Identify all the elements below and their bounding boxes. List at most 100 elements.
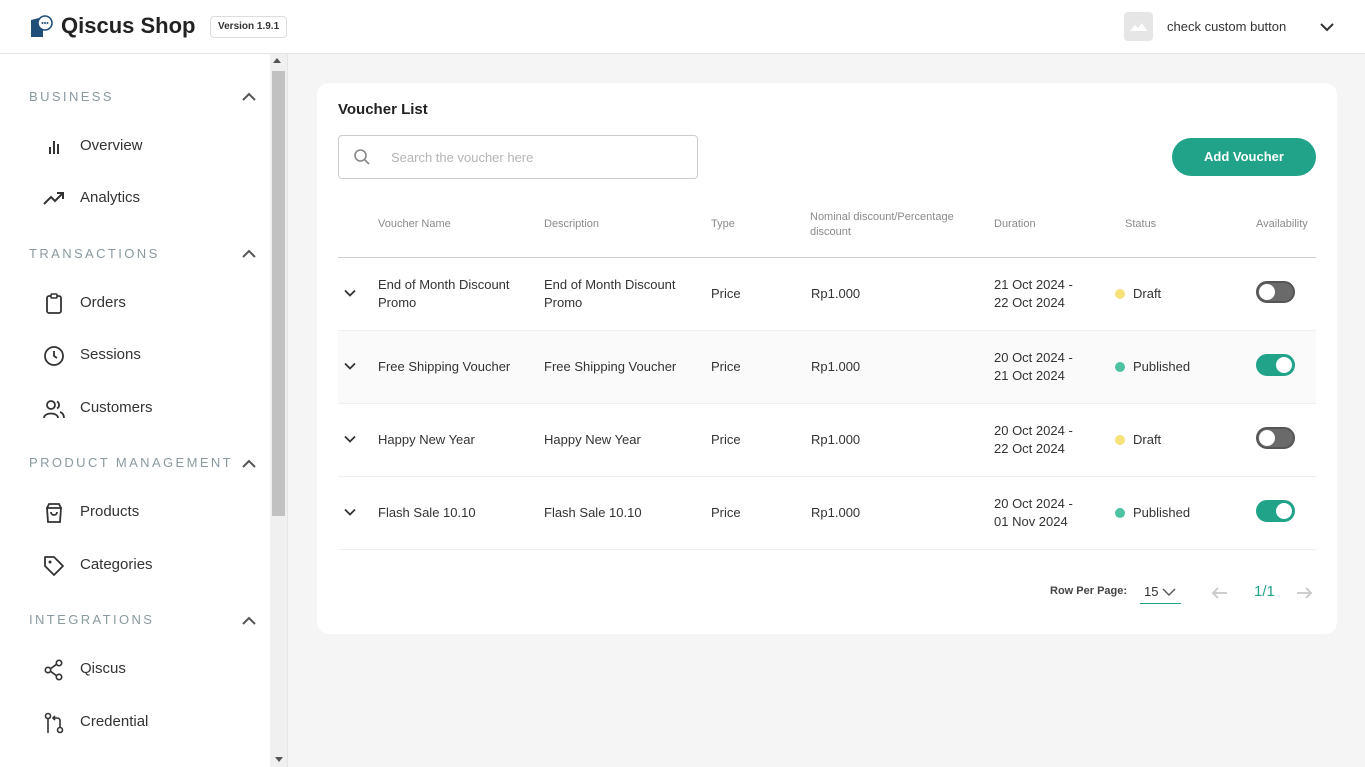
voucher-duration-start: 20 Oct 2024 - [994, 423, 1073, 438]
sidebar-item-label: Orders [80, 294, 126, 311]
scroll-down-arrow-icon[interactable] [275, 757, 283, 762]
voucher-duration-start: 20 Oct 2024 - [994, 496, 1073, 511]
column-header-voucher-name: Voucher Name [378, 218, 451, 230]
sidebar-item-overview[interactable]: Overview [40, 129, 265, 163]
sidebar-scrollbar-thumb[interactable] [272, 71, 285, 516]
sidebar-item-label: Products [80, 503, 140, 520]
chevron-up-icon[interactable] [240, 245, 258, 263]
trending-up-icon [43, 192, 64, 205]
status-dot [1115, 508, 1125, 518]
status-dot [1115, 289, 1125, 299]
section-title-business: BUSINESS [29, 89, 114, 104]
voucher-duration-end: 21 Oct 2024 [994, 368, 1065, 383]
rows-per-page-label: Row Per Page: [1050, 585, 1128, 597]
voucher-type: Price [711, 432, 741, 447]
rows-per-page-select[interactable]: 15 [1140, 583, 1181, 604]
status-dot [1115, 435, 1125, 445]
image-placeholder-icon [1130, 23, 1147, 31]
column-header-discount: Nominal discount/Percentage discount [810, 211, 954, 238]
voucher-name: Flash Sale 10.10 [378, 505, 476, 520]
voucher-description: Flash Sale 10.10 [544, 505, 642, 520]
sidebar-item-sessions[interactable]: Sessions [40, 338, 265, 372]
sidebar-item-label: Overview [80, 137, 143, 154]
sidebar-item-products[interactable]: Products [40, 495, 265, 529]
sidebar-item-label: Qiscus [80, 660, 126, 677]
chevron-down-icon[interactable] [343, 359, 357, 373]
voucher-discount: Rp1.000 [811, 286, 861, 301]
rows-per-page-value: 15 [1144, 584, 1159, 599]
table-row: Flash Sale 10.10 Flash Sale 10.10 Price … [338, 477, 1316, 550]
search-box[interactable] [338, 135, 698, 179]
table-row: Happy New Year Happy New Year Price Rp1.… [338, 404, 1316, 477]
section-title-product-management: PRODUCT MANAGEMENT [29, 455, 234, 470]
sidebar-item-label: Analytics [80, 189, 141, 206]
arrow-right-icon[interactable] [1294, 583, 1314, 603]
voucher-type: Price [711, 505, 741, 520]
search-icon [354, 149, 370, 165]
tag-icon [44, 556, 64, 576]
status-badge: Draft [1133, 286, 1162, 301]
brand-name: Qiscus Shop [61, 13, 196, 38]
shopping-bag-icon [46, 503, 62, 523]
sidebar-item-analytics[interactable]: Analytics [40, 181, 265, 215]
clock-icon [44, 346, 64, 366]
availability-toggle[interactable] [1256, 427, 1295, 449]
sidebar-item-credential[interactable]: Credential [40, 705, 265, 739]
voucher-description: Happy New Year [544, 432, 641, 447]
voucher-name: Free Shipping Voucher [378, 359, 511, 374]
voucher-description: Free Shipping Voucher [544, 359, 677, 374]
availability-toggle[interactable] [1256, 354, 1295, 376]
scroll-up-arrow-icon[interactable] [273, 58, 281, 63]
column-header-status: Status [1125, 218, 1157, 230]
git-pull-icon [44, 712, 64, 734]
chevron-down-icon[interactable] [343, 286, 357, 300]
sidebar-item-label: Categories [80, 556, 153, 573]
chevron-down-icon [1162, 588, 1176, 596]
chevron-up-icon[interactable] [240, 612, 258, 630]
user-name[interactable]: check custom button [1167, 19, 1286, 34]
chevron-down-icon[interactable] [343, 432, 357, 446]
voucher-discount: Rp1.000 [811, 432, 861, 447]
table-row: End of Month Discount Promo End of Month… [338, 258, 1316, 331]
share-icon [44, 659, 63, 681]
search-input[interactable] [391, 144, 681, 170]
table-row: Free Shipping Voucher Free Shipping Vouc… [338, 331, 1316, 404]
status-badge: Published [1133, 359, 1191, 374]
column-header-availability: Availability [1256, 218, 1308, 230]
voucher-duration-end: 01 Nov 2024 [994, 514, 1068, 529]
voucher-duration-start: 21 Oct 2024 - [994, 277, 1073, 292]
sidebar-item-label: Credential [80, 713, 149, 730]
page-indicator: 1/1 [1254, 583, 1275, 600]
voucher-name: End of Month Discount Promo [378, 277, 510, 310]
section-title-transactions: TRANSACTIONS [29, 246, 160, 261]
sidebar-item-qiscus[interactable]: Qiscus [40, 652, 265, 686]
chevron-down-icon[interactable] [343, 505, 357, 519]
status-dot [1115, 362, 1125, 372]
column-header-duration: Duration [994, 218, 1036, 230]
availability-toggle[interactable] [1256, 500, 1295, 522]
column-header-description: Description [544, 218, 600, 230]
bar-chart-icon [49, 141, 59, 154]
voucher-list-card: Voucher List Add Voucher Voucher Name De… [317, 83, 1337, 634]
page-title: Voucher List [338, 101, 428, 118]
voucher-type: Price [711, 286, 741, 301]
sidebar-item-label: Sessions [80, 346, 141, 363]
sidebar-item-orders[interactable]: Orders [40, 286, 265, 320]
chevron-down-icon[interactable] [1318, 18, 1336, 36]
arrow-left-icon[interactable] [1210, 583, 1230, 603]
chevron-up-icon[interactable] [240, 88, 258, 106]
status-badge: Draft [1133, 432, 1162, 447]
voucher-duration-end: 22 Oct 2024 [994, 441, 1065, 456]
chevron-up-icon[interactable] [240, 455, 258, 473]
avatar[interactable] [1124, 12, 1153, 41]
section-title-integrations: INTEGRATIONS [29, 612, 155, 627]
availability-toggle[interactable] [1256, 281, 1295, 303]
sidebar: BUSINESS Overview Analytics TRANSACTIONS… [0, 54, 288, 767]
sidebar-item-customers[interactable]: Customers [40, 391, 265, 425]
sidebar-item-categories[interactable]: Categories [40, 548, 265, 582]
voucher-discount: Rp1.000 [811, 359, 861, 374]
voucher-duration-end: 22 Oct 2024 [994, 295, 1065, 310]
users-icon [43, 400, 65, 419]
add-voucher-button[interactable]: Add Voucher [1172, 138, 1316, 176]
qiscus-logo-icon [31, 15, 53, 37]
